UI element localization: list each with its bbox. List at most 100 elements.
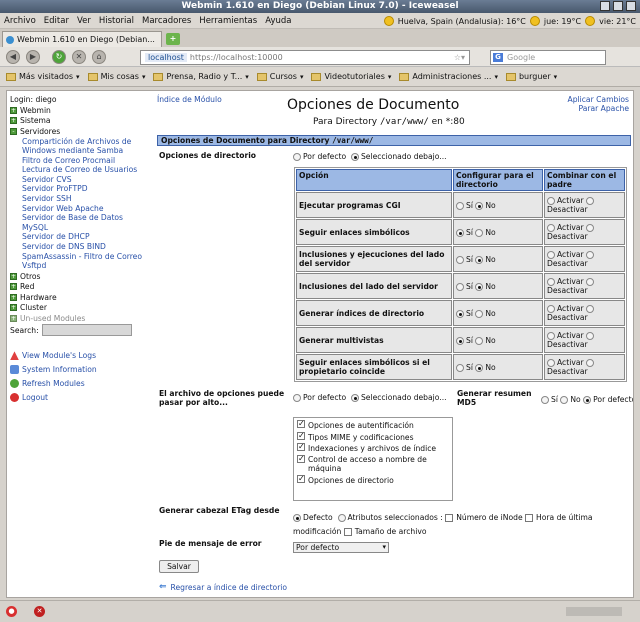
module-mysql[interactable]: Servidor de Base de Datos MySQL xyxy=(10,213,143,232)
deactivate-radio[interactable] xyxy=(586,197,595,205)
bookmark-burguer[interactable]: burguer ▾ xyxy=(505,72,557,81)
module-proftpd[interactable]: Servidor ProFTPD xyxy=(10,184,143,194)
menu-ver[interactable]: Ver xyxy=(73,16,95,26)
no-radio[interactable] xyxy=(475,228,484,237)
override-default-radio[interactable] xyxy=(293,394,301,402)
activate-radio[interactable] xyxy=(547,197,555,205)
back-icon[interactable]: ◀ xyxy=(6,50,20,64)
dir-default-radio[interactable] xyxy=(293,153,301,161)
menu-editar[interactable]: Editar xyxy=(40,16,73,26)
category-unused-modules[interactable]: + Un-used Modules xyxy=(10,313,143,324)
save-button[interactable]: Salvar xyxy=(159,560,199,573)
bookmark-prensa[interactable]: Prensa, Radio y T... ▾ xyxy=(153,72,249,81)
yes-radio[interactable] xyxy=(456,363,464,372)
apply-changes-link[interactable]: Aplicar Cambios xyxy=(568,95,629,104)
checkbox[interactable]: ✓ xyxy=(297,443,305,451)
menu-herramientas[interactable]: Herramientas xyxy=(195,16,261,26)
logout-link[interactable]: Logout xyxy=(10,391,143,404)
stop-icon[interactable]: ✕ xyxy=(72,50,86,64)
yes-radio[interactable] xyxy=(456,201,464,210)
no-radio[interactable] xyxy=(475,363,484,372)
module-samba[interactable]: Compartición de Archivos de Windows medi… xyxy=(10,137,143,156)
search-engine-input[interactable]: G Google xyxy=(490,50,606,65)
home-icon[interactable]: ⌂ xyxy=(92,50,106,64)
module-vsftpd[interactable]: Vsftpd xyxy=(10,261,143,271)
menu-marcadores[interactable]: Marcadores xyxy=(138,16,195,26)
category-red[interactable]: + Red xyxy=(10,281,143,292)
yes-radio[interactable] xyxy=(456,282,464,291)
minimize-button[interactable] xyxy=(600,1,610,11)
md5-yes-radio[interactable] xyxy=(541,396,549,404)
override-selected-radio[interactable] xyxy=(350,394,359,402)
no-radio[interactable] xyxy=(475,309,484,318)
url-bar[interactable]: localhost https://localhost:10000 ☆▾ xyxy=(140,50,470,65)
no-radio[interactable] xyxy=(475,201,484,210)
module-search-input[interactable] xyxy=(41,324,132,337)
bookmark-mis-cosas[interactable]: Mis cosas ▾ xyxy=(87,72,145,81)
category-cluster[interactable]: + Cluster xyxy=(10,302,143,313)
checkbox[interactable]: ✓ xyxy=(297,431,305,440)
activate-radio[interactable] xyxy=(547,359,555,367)
activate-radio[interactable] xyxy=(547,332,555,340)
yes-radio[interactable] xyxy=(456,255,464,264)
bookmark-administraciones[interactable]: Administraciones ... ▾ xyxy=(399,72,498,81)
view-logs-link[interactable]: View Module's Logs xyxy=(10,349,143,362)
module-dhcp[interactable]: Servidor de DHCP xyxy=(10,232,143,242)
menu-archivo[interactable]: Archivo xyxy=(0,16,40,26)
etag-selected-radio[interactable] xyxy=(337,514,346,522)
maximize-button[interactable] xyxy=(613,1,623,11)
bookmark-cursos[interactable]: Cursos ▾ xyxy=(256,72,303,81)
footer-msg-select[interactable]: Por defecto ▾ xyxy=(293,542,389,553)
checkbox[interactable]: ✓ xyxy=(297,454,305,463)
addon-icon[interactable]: ● xyxy=(6,606,17,617)
stop-apache-link[interactable]: Parar Apache xyxy=(568,104,629,113)
etag-inode-checkbox[interactable] xyxy=(445,514,454,522)
deactivate-radio[interactable] xyxy=(586,305,595,313)
etag-default-radio[interactable] xyxy=(293,514,301,522)
module-ssh[interactable]: Servidor SSH xyxy=(10,194,143,204)
activate-radio[interactable] xyxy=(547,224,555,232)
bookmark-videotutoriales[interactable]: Videotutoriales ▾ xyxy=(311,72,391,81)
deactivate-radio[interactable] xyxy=(586,359,595,367)
no-radio[interactable] xyxy=(475,336,484,345)
close-window-button[interactable] xyxy=(626,1,636,11)
module-usermail[interactable]: Lectura de Correo de Usuarios xyxy=(10,165,143,175)
module-spamassassin[interactable]: SpamAssassin - Filtro de Correo xyxy=(10,252,143,262)
yes-radio[interactable] xyxy=(456,336,464,345)
forward-icon[interactable]: ▶ xyxy=(26,50,40,64)
module-apache[interactable]: Servidor Web Apache xyxy=(10,204,143,214)
etag-mtime-checkbox[interactable] xyxy=(525,514,534,522)
stop-script-icon[interactable]: ✕ xyxy=(34,606,45,617)
category-webmin[interactable]: + Webmin xyxy=(10,105,143,116)
deactivate-radio[interactable] xyxy=(586,332,595,340)
bookmark-star-icon[interactable]: ☆▾ xyxy=(454,51,465,64)
activate-radio[interactable] xyxy=(547,305,555,313)
back-to-index-link[interactable]: ⇐ Regresar a índice de directorio xyxy=(159,582,287,592)
deactivate-radio[interactable] xyxy=(586,251,595,259)
reload-icon[interactable]: ↻ xyxy=(52,50,66,64)
menu-ayuda[interactable]: Ayuda xyxy=(261,16,295,26)
no-radio[interactable] xyxy=(475,255,484,264)
no-radio[interactable] xyxy=(475,282,484,291)
module-bind[interactable]: Servidor de DNS BIND xyxy=(10,242,143,252)
module-procmail[interactable]: Filtro de Correo Procmail xyxy=(10,156,143,166)
module-index-link[interactable]: Índice de Módulo xyxy=(157,95,222,104)
checkbox[interactable]: ✓ xyxy=(297,474,305,483)
bookmark-mas-visitados[interactable]: Más visitados ▾ xyxy=(6,72,80,81)
menu-historial[interactable]: Historial xyxy=(95,16,138,26)
yes-radio[interactable] xyxy=(456,309,464,318)
system-info-link[interactable]: System Information xyxy=(10,363,143,376)
refresh-modules-link[interactable]: Refresh Modules xyxy=(10,377,143,390)
md5-no-radio[interactable] xyxy=(560,396,569,404)
etag-size-checkbox[interactable] xyxy=(343,528,352,536)
category-otros[interactable]: + Otros xyxy=(10,271,143,282)
md5-default-radio[interactable] xyxy=(583,396,592,404)
module-cvs[interactable]: Servidor CVS xyxy=(10,175,143,185)
activate-radio[interactable] xyxy=(547,251,555,259)
yes-radio[interactable] xyxy=(456,228,464,237)
checkbox[interactable]: ✓ xyxy=(297,420,305,428)
dir-selected-radio[interactable] xyxy=(350,153,359,161)
deactivate-radio[interactable] xyxy=(586,224,595,232)
activate-radio[interactable] xyxy=(547,278,555,286)
tab-webmin[interactable]: Webmin 1.610 en Diego (Debian... xyxy=(2,31,162,47)
